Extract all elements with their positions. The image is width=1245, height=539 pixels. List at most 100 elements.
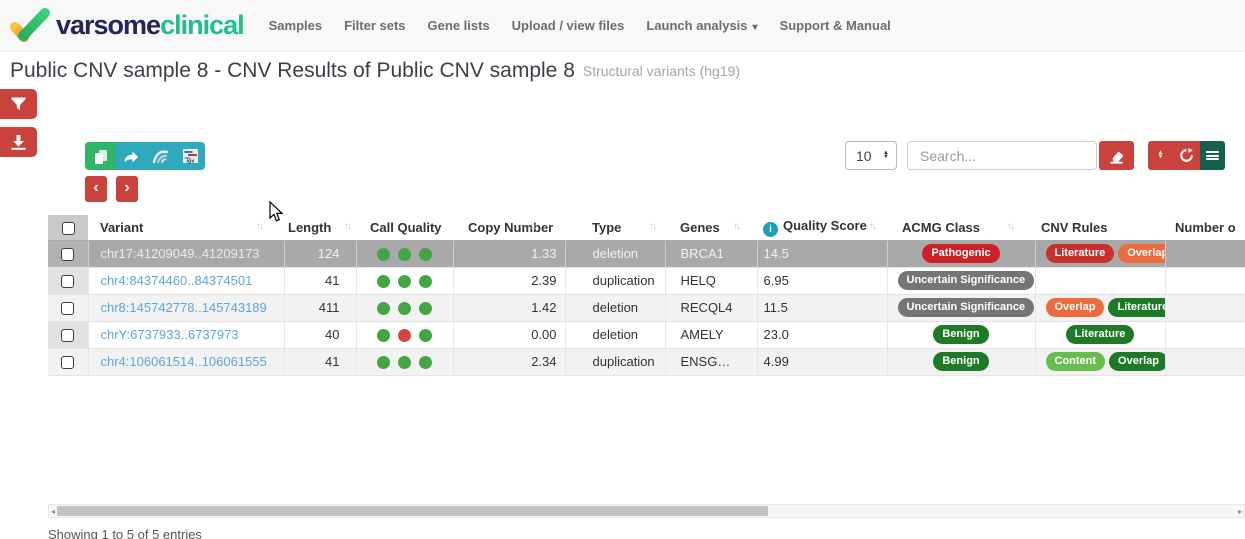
download-button[interactable] (0, 127, 37, 157)
row-checkbox[interactable] (61, 275, 75, 289)
call-quality-dot (398, 275, 411, 289)
column-label: CNV Rules (1041, 219, 1108, 235)
column-label: Number o (1175, 219, 1236, 235)
results-toolbar: igv (85, 142, 205, 170)
column-header-copy-number[interactable]: Copy Number ↑↓ (453, 215, 565, 240)
igv-icon: igv (182, 149, 198, 164)
brand-word-clinical: clinical (160, 10, 245, 40)
prev-variant-button[interactable]: ‹ (85, 176, 107, 202)
nav-gene-lists[interactable]: Gene lists (417, 18, 501, 33)
genes-cell: RECQL4 (664, 293, 757, 321)
variant-cell: chr8:145742778..145743189 (87, 293, 284, 321)
variant-link[interactable]: chr17:41209049..41209173 (101, 246, 260, 261)
ucsc-browser-button[interactable] (145, 142, 175, 170)
call-quality-dot (398, 356, 411, 370)
hamburger-icon (1206, 150, 1219, 162)
table-row[interactable]: chr17:41209049..41209173 124 1.33 deleti… (48, 239, 1245, 267)
variant-link[interactable]: chrY:6737933..6737973 (101, 327, 239, 342)
info-icon[interactable]: i (763, 221, 778, 237)
variant-link[interactable]: chr4:106061514..106061555 (101, 354, 267, 369)
variant-cell: chr17:41209049..41209173 (87, 239, 284, 267)
column-header-call-quality: Call Quality (356, 215, 453, 240)
quality-score-cell: 11.5 (756, 293, 887, 321)
share-results-button[interactable] (115, 142, 145, 170)
svg-text:igv: igv (186, 159, 195, 164)
quality-score-cell: 14.5 (756, 239, 887, 267)
search-input[interactable] (907, 141, 1097, 170)
sort-arrows-icon[interactable]: ↑↓ (733, 221, 741, 232)
page-size-select[interactable]: 10 ▲ ▼ (845, 141, 897, 170)
nav-support-manual[interactable]: Support & Manual (769, 18, 902, 33)
sort-arrows-icon[interactable]: ↑↓ (1007, 221, 1015, 232)
column-header-number: Number o (1165, 215, 1245, 240)
sort-arrows-icon[interactable]: ↑↓ (529, 221, 537, 232)
column-header-type[interactable]: Type ↑↓ (565, 215, 665, 240)
row-checkbox[interactable] (61, 329, 75, 343)
scroll-left-icon[interactable]: ◂ (51, 506, 55, 517)
scroll-right-icon[interactable]: ▸ (1238, 506, 1242, 517)
variant-link[interactable]: chr8:145742778..145743189 (101, 300, 267, 315)
column-menu-button[interactable] (1200, 141, 1225, 170)
variant-link[interactable]: chr4:84374460..84374501 (101, 273, 253, 288)
acmg-class-badge: Pathogenic (922, 244, 1000, 263)
call-quality-cell (355, 293, 453, 321)
scrollbar-thumb[interactable] (57, 506, 768, 516)
filter-panel-button[interactable] (0, 89, 37, 119)
sort-button[interactable]: ▲ ▼ (1148, 141, 1173, 170)
results-table-container: Variant ↑↓ Length ↑↓ Call Quality Copy Num… (48, 215, 1245, 378)
column-header-genes[interactable]: Genes ↑↓ (665, 215, 757, 240)
row-select-cell (48, 293, 88, 321)
acmg-class-badge: Uncertain Significance (897, 298, 1035, 317)
number-cell (1164, 293, 1245, 321)
type-cell: duplication (564, 266, 665, 294)
call-quality-dot (419, 302, 432, 316)
app-root: varsomeclinical Samples Filter sets Gene… (0, 0, 1245, 539)
brand-name: varsomeclinical (56, 10, 245, 40)
nav-upload-view-files[interactable]: Upload / view files (501, 18, 636, 33)
select-all-checkbox[interactable] (61, 221, 75, 235)
column-header-length[interactable]: Length ↑↓ (284, 215, 356, 240)
acmg-class-cell: Pathogenic (886, 239, 1035, 267)
row-checkbox[interactable] (61, 356, 75, 370)
table-row[interactable]: chr8:145742778..145743189 411 1.42 delet… (48, 293, 1245, 321)
nav-launch-analysis[interactable]: Launch analysis ▾ (635, 18, 768, 33)
call-quality-dot (377, 329, 390, 343)
column-header-acmg-class[interactable]: ACMG Class ↑↓ (887, 215, 1035, 240)
igv-browser-button[interactable]: igv (175, 142, 205, 170)
table-row[interactable]: chr4:106061514..106061555 41 2.34 duplic… (48, 347, 1245, 376)
clear-search-button[interactable] (1099, 141, 1134, 170)
row-checkbox[interactable] (61, 302, 75, 316)
next-variant-button[interactable]: › (116, 176, 138, 202)
quality-score-cell: 4.99 (756, 347, 887, 376)
cnv-rules-cell: Literature Overlap (1034, 239, 1165, 267)
nav-filter-sets[interactable]: Filter sets (333, 18, 416, 33)
cnv-rule-badge: Content (1045, 352, 1106, 371)
quality-score-cell: 23.0 (756, 320, 887, 348)
sort-arrows-icon[interactable]: ↑↓ (344, 221, 352, 232)
cnv-rule-badge: Literature (1108, 298, 1165, 317)
filter-funnel-icon (11, 97, 26, 111)
select-caret-icon: ▲ ▼ (883, 150, 889, 159)
sort-arrows-icon[interactable]: ↑↓ (256, 221, 264, 232)
row-checkbox[interactable] (61, 248, 75, 262)
horizontal-scrollbar[interactable]: ◂ ▸ (48, 504, 1245, 518)
column-header-quality-score[interactable]: i Quality Score ↑↓ (757, 215, 887, 240)
length-cell: 41 (283, 347, 356, 376)
sort-arrows-icon[interactable]: ↑↓ (649, 221, 657, 232)
nav-samples[interactable]: Samples (258, 18, 333, 33)
table-row[interactable]: chrY:6737933..6737973 40 0.00 deletion A… (48, 320, 1245, 348)
copy-number-cell: 1.42 (452, 293, 565, 321)
length-cell: 41 (283, 266, 356, 294)
row-select-cell (48, 266, 88, 294)
title-bar: Public CNV sample 8 - CNV Results of Pub… (10, 52, 740, 89)
cnv-rules-cell (1034, 266, 1165, 294)
refresh-button[interactable] (1173, 141, 1200, 170)
caret-down-icon: ▾ (752, 22, 758, 33)
length-cell: 124 (283, 239, 356, 267)
brand-logo[interactable]: varsomeclinical (8, 6, 245, 46)
table-row[interactable]: chr4:84374460..84374501 41 2.39 duplicat… (48, 266, 1245, 294)
sort-arrows-icon[interactable]: ↑↓ (869, 221, 877, 232)
call-quality-dot (419, 329, 432, 343)
copy-results-button[interactable] (85, 142, 115, 170)
column-header-variant[interactable]: Variant ↑↓ (88, 215, 284, 240)
